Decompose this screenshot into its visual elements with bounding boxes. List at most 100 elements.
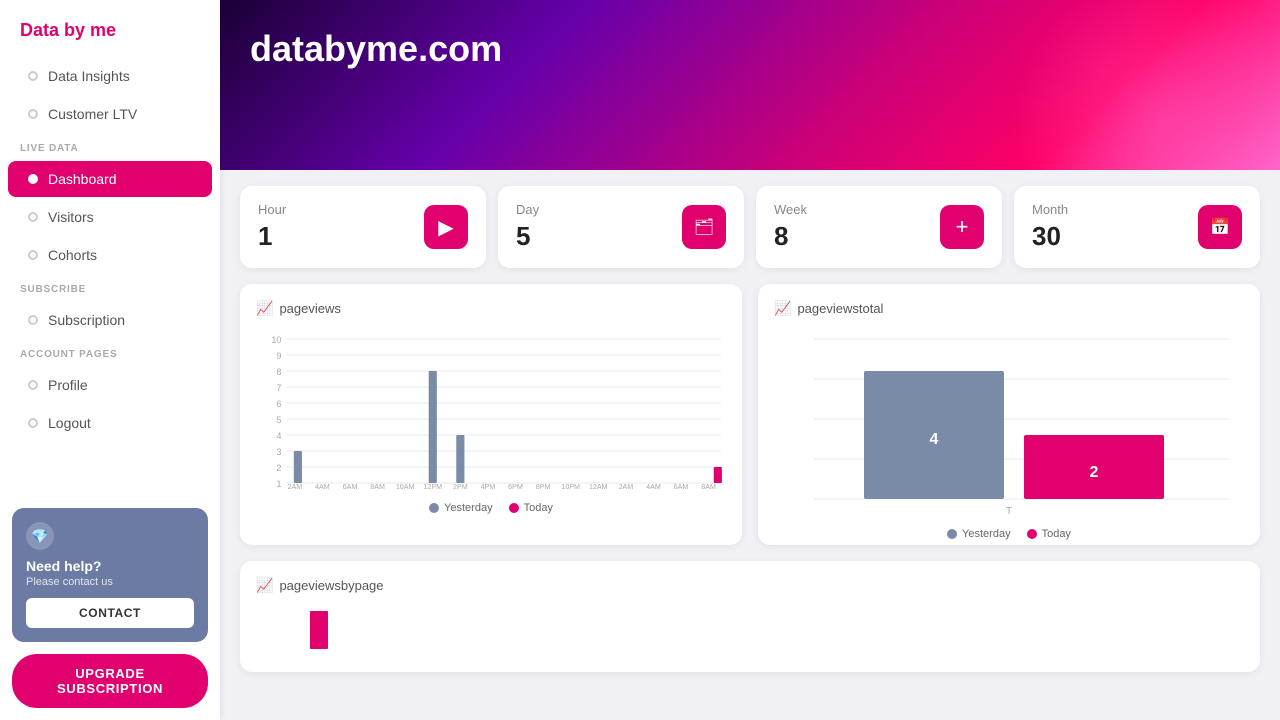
sidebar-item-label: Customer LTV	[48, 106, 137, 122]
section-label-account: ACCOUNT PAGES	[0, 339, 220, 366]
svg-text:8PM: 8PM	[536, 484, 551, 489]
svg-text:4PM: 4PM	[481, 484, 496, 489]
sidebar-item-dashboard[interactable]: Dashboard	[8, 161, 212, 197]
sidebar-item-label: Profile	[48, 377, 88, 393]
legend-today-total-label: Today	[1042, 528, 1071, 540]
nav-dot	[28, 315, 38, 325]
upgrade-button[interactable]: UPGRADE SUBSCRIPTION	[12, 654, 208, 708]
legend-dot-yesterday	[429, 503, 439, 513]
help-title: Need help?	[26, 558, 194, 574]
pageviewstotal-legend: Yesterday Today	[774, 528, 1244, 540]
pageviewstotal-title: pageviewstotal	[797, 301, 883, 316]
sidebar-item-label: Cohorts	[48, 247, 97, 263]
section-label-live: LIVE DATA	[0, 133, 220, 160]
pageviewsbypage-title: pageviewsbypage	[279, 578, 383, 593]
app-logo: Data by me	[0, 0, 220, 57]
chart-icon-total: 📈	[774, 300, 791, 317]
nav-dot	[28, 71, 38, 81]
svg-text:4AM: 4AM	[646, 484, 661, 489]
section-label-subscribe: SUBSCRIBE	[0, 274, 220, 301]
sidebar-item-label: Logout	[48, 415, 91, 431]
svg-text:6AM: 6AM	[674, 484, 689, 489]
svg-text:2: 2	[276, 463, 281, 473]
svg-text:6: 6	[276, 399, 281, 409]
nav-dot	[28, 212, 38, 222]
svg-text:4: 4	[276, 431, 281, 441]
charts-row-2: 📈 pageviewsbypage	[220, 561, 1280, 672]
svg-text:2AM: 2AM	[287, 484, 302, 489]
charts-row-1: 📈 pageviews 10 8	[220, 284, 1280, 561]
svg-text:4AM: 4AM	[315, 484, 330, 489]
sidebar-item-cohorts[interactable]: Cohorts	[8, 237, 212, 273]
svg-text:12PM: 12PM	[423, 484, 442, 489]
stat-value-day: 5	[516, 221, 539, 252]
svg-text:3: 3	[276, 447, 281, 457]
sidebar-bottom: 💎 Need help? Please contact us CONTACT U…	[0, 496, 220, 720]
svg-text:1: 1	[276, 479, 281, 489]
legend-dot-yesterday-total	[947, 529, 957, 539]
stat-icon-hour: ▶	[424, 205, 468, 249]
main-content: databyme.com Hour 1 ▶ Day 5 🗂 Week 8 +	[220, 0, 1280, 720]
stat-icon-month: 📅	[1198, 205, 1242, 249]
svg-text:8AM: 8AM	[701, 484, 716, 489]
sidebar-item-label: Dashboard	[48, 171, 117, 187]
nav-dot	[28, 250, 38, 260]
pageviewstotal-chart: 📈 pageviewstotal 4 2	[758, 284, 1260, 545]
nav-dot	[28, 418, 38, 428]
legend-yesterday-total: Yesterday	[947, 528, 1011, 540]
stat-label-day: Day	[516, 202, 539, 217]
chart-icon: 📈	[256, 300, 273, 317]
stat-day: Day 5 🗂	[498, 186, 744, 268]
svg-text:2PM: 2PM	[453, 484, 468, 489]
svg-text:T: T	[1006, 506, 1012, 517]
sidebar-item-profile[interactable]: Profile	[8, 367, 212, 403]
pageviews-bar-chart: 10 8 7 6 5 4 3 2 1 9	[256, 329, 726, 509]
chart-icon-bypage: 📈	[256, 577, 273, 594]
pageviewsbypage-preview	[256, 606, 1244, 656]
hero-banner: databyme.com	[220, 0, 1280, 170]
sidebar-item-subscription[interactable]: Subscription	[8, 302, 212, 338]
contact-button[interactable]: CONTACT	[26, 598, 194, 628]
help-subtitle: Please contact us	[26, 576, 194, 588]
stat-week: Week 8 +	[756, 186, 1002, 268]
sidebar-item-label: Visitors	[48, 209, 94, 225]
svg-text:8: 8	[276, 367, 281, 377]
pageviews-title: pageviews	[279, 301, 340, 316]
legend-dot-today-total	[1027, 529, 1037, 539]
pageviewstotal-svg: 4 2 T	[774, 329, 1244, 519]
hero-title: databyme.com	[250, 28, 502, 70]
svg-text:8AM: 8AM	[370, 484, 385, 489]
sidebar: Data by me Data Insights Customer LTV LI…	[0, 0, 220, 720]
pageviews-legend: Yesterday Today	[256, 502, 726, 514]
stat-month: Month 30 📅	[1014, 186, 1260, 268]
svg-text:9: 9	[276, 351, 281, 361]
legend-today-label: Today	[524, 502, 553, 514]
stat-value-month: 30	[1032, 221, 1068, 252]
pageviewstotal-bars: 4 2 T Yesterday Today	[774, 329, 1244, 529]
svg-text:6AM: 6AM	[343, 484, 358, 489]
svg-text:10PM: 10PM	[561, 484, 580, 489]
svg-text:6PM: 6PM	[508, 484, 523, 489]
stat-hour: Hour 1 ▶	[240, 186, 486, 268]
legend-dot-today	[509, 503, 519, 513]
nav-dot	[28, 380, 38, 390]
sidebar-item-label: Subscription	[48, 312, 125, 328]
sidebar-item-visitors[interactable]: Visitors	[8, 199, 212, 235]
sidebar-item-label: Data Insights	[48, 68, 130, 84]
pageviewsbypage-svg	[256, 606, 1244, 651]
stat-value-hour: 1	[258, 221, 286, 252]
svg-text:10AM: 10AM	[396, 484, 415, 489]
legend-today: Today	[509, 502, 553, 514]
help-icon: 💎	[26, 522, 54, 550]
nav-dot	[28, 174, 38, 184]
stat-icon-week: +	[940, 205, 984, 249]
svg-text:2AM: 2AM	[619, 484, 634, 489]
svg-text:4: 4	[930, 431, 939, 448]
stat-label-month: Month	[1032, 202, 1068, 217]
sidebar-item-customer-ltv[interactable]: Customer LTV	[8, 96, 212, 132]
svg-text:10: 10	[271, 335, 281, 345]
sidebar-item-logout[interactable]: Logout	[8, 405, 212, 441]
stat-value-week: 8	[774, 221, 807, 252]
stats-row: Hour 1 ▶ Day 5 🗂 Week 8 + Month 30 📅	[220, 170, 1280, 284]
sidebar-item-data-insights[interactable]: Data Insights	[8, 58, 212, 94]
